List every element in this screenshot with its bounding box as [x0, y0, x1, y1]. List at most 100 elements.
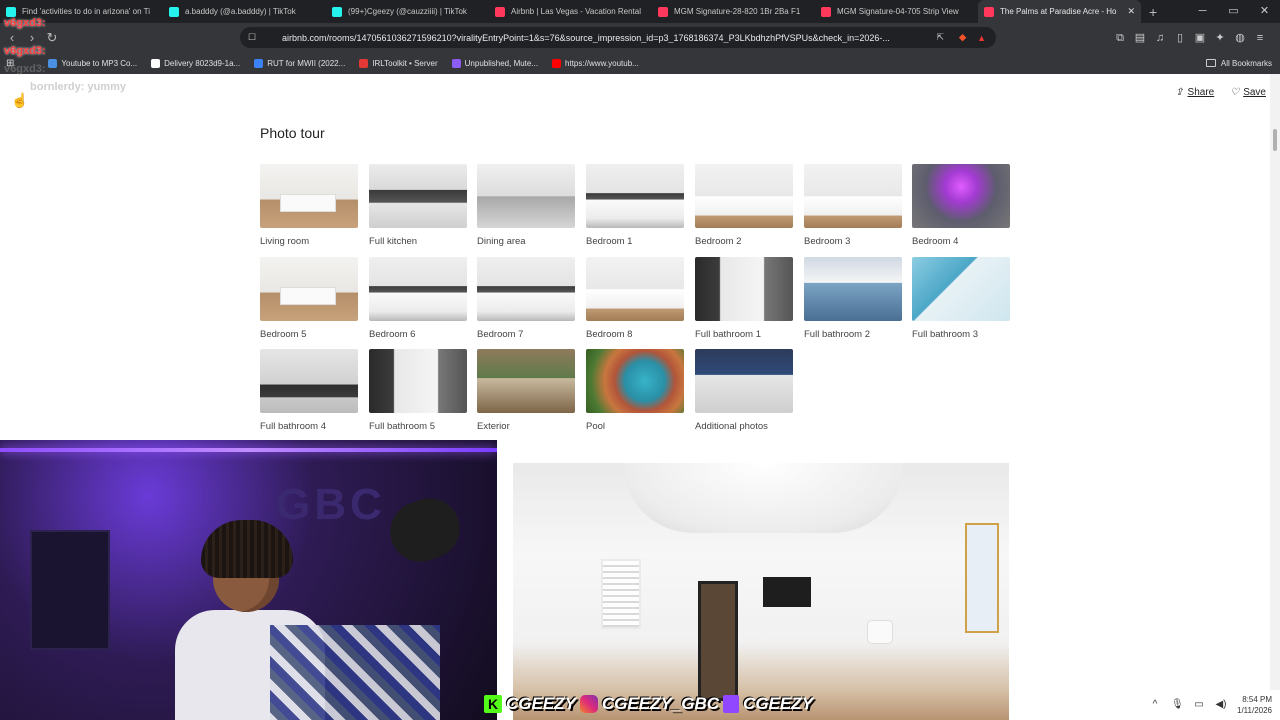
- photo-thumbnail[interactable]: [586, 349, 684, 413]
- photo-tour-tile[interactable]: Additional photos: [695, 349, 793, 432]
- photo-tour-tile[interactable]: Full kitchen: [369, 164, 467, 247]
- photo-caption[interactable]: Additional photos: [695, 421, 793, 432]
- photo-caption[interactable]: Full bathroom 2: [804, 329, 902, 340]
- photo-tour-tile[interactable]: Living room: [260, 164, 358, 247]
- photo-thumbnail[interactable]: [912, 164, 1010, 228]
- photo-tour-tile[interactable]: Dining area: [477, 164, 575, 247]
- browser-tab-title[interactable]: Airbnb | Las Vegas - Vacation Rental: [511, 7, 641, 16]
- reading-list-icon[interactable]: ▤: [1132, 30, 1148, 46]
- all-bookmarks-label[interactable]: All Bookmarks: [1221, 59, 1272, 68]
- photo-thumbnail[interactable]: [369, 257, 467, 321]
- photo-tour-tile[interactable]: Bedroom 3: [804, 164, 902, 247]
- photo-tour-tile[interactable]: Bedroom 8: [586, 257, 684, 340]
- browser-tab-title[interactable]: MGM Signature-04-705 Strip View: [837, 7, 959, 16]
- all-bookmarks[interactable]: All Bookmarks: [1205, 52, 1272, 74]
- photo-caption[interactable]: Dining area: [477, 236, 575, 247]
- browser-tab-title[interactable]: a.badddy (@a.badddy) | TikTok: [185, 7, 296, 16]
- photo-caption[interactable]: Bedroom 3: [804, 236, 902, 247]
- bookmark-item[interactable]: IRLToolkit • Server: [359, 58, 438, 68]
- photo-caption[interactable]: Full bathroom 3: [912, 329, 1010, 340]
- photo-caption[interactable]: Bedroom 5: [260, 329, 358, 340]
- photo-caption[interactable]: Bedroom 7: [477, 329, 575, 340]
- photo-thumbnail[interactable]: [260, 164, 358, 228]
- rewards-icon[interactable]: ▲: [977, 33, 986, 43]
- browser-tab[interactable]: a.badddy (@a.badddy) | TikTok: [163, 0, 326, 23]
- extension-puzzle-icon[interactable]: ⧉: [1112, 30, 1128, 46]
- photo-caption[interactable]: Bedroom 6: [369, 329, 467, 340]
- photo-thumbnail[interactable]: [695, 257, 793, 321]
- close-window-icon[interactable]: ✕: [1249, 0, 1280, 23]
- photo-tour-tile[interactable]: Bedroom 7: [477, 257, 575, 340]
- photo-thumbnail[interactable]: [260, 349, 358, 413]
- volume-icon[interactable]: ◀): [1215, 699, 1227, 711]
- photo-tour-tile[interactable]: Full bathroom 2: [804, 257, 902, 340]
- bookmark-label[interactable]: IRLToolkit • Server: [372, 59, 437, 68]
- photo-caption[interactable]: Full kitchen: [369, 236, 467, 247]
- photo-tour-tile[interactable]: Bedroom 4: [912, 164, 1010, 247]
- share-label[interactable]: Share: [1188, 87, 1215, 98]
- photo-thumbnail[interactable]: [369, 349, 467, 413]
- sidebar-icon[interactable]: ▯: [1172, 30, 1188, 46]
- photo-caption[interactable]: Pool: [586, 421, 684, 432]
- photo-tour-tile[interactable]: Exterior: [477, 349, 575, 432]
- ai-icon[interactable]: ✦: [1212, 30, 1228, 46]
- bookmark-label[interactable]: Unpublished, Mute...: [465, 59, 538, 68]
- photo-thumbnail[interactable]: [912, 257, 1010, 321]
- save-button[interactable]: ♡ Save: [1230, 87, 1266, 98]
- network-icon[interactable]: ▭: [1193, 699, 1205, 711]
- photo-caption[interactable]: Full bathroom 5: [369, 421, 467, 432]
- new-tab-button[interactable]: +: [1149, 4, 1157, 20]
- photo-thumbnail[interactable]: [804, 257, 902, 321]
- chevron-up-icon[interactable]: ^: [1149, 699, 1161, 711]
- browser-tab-title[interactable]: MGM Signature-28-820 1Br 2Ba F1: [674, 7, 800, 16]
- music-icon[interactable]: ♫: [1152, 30, 1168, 46]
- close-tab-icon[interactable]: ✕: [1123, 6, 1135, 17]
- photo-thumbnail[interactable]: [477, 257, 575, 321]
- photo-tour-tile[interactable]: Full bathroom 4: [260, 349, 358, 432]
- bookmark-label[interactable]: Delivery 8023d9-1a...: [164, 59, 240, 68]
- browser-tab[interactable]: Airbnb | Las Vegas - Vacation Rental: [489, 0, 652, 23]
- photo-tour-tile[interactable]: Bedroom 5: [260, 257, 358, 340]
- photo-caption[interactable]: Full bathroom 4: [260, 421, 358, 432]
- photo-tour-tile[interactable]: Bedroom 1: [586, 164, 684, 247]
- photo-caption[interactable]: Living room: [260, 236, 358, 247]
- browser-tab[interactable]: MGM Signature-04-705 Strip View: [815, 0, 978, 23]
- browser-tab[interactable]: (99+)Cgeezy (@cauzziiii) | TikTok: [326, 0, 489, 23]
- photo-caption[interactable]: Bedroom 4: [912, 236, 1010, 247]
- microphone-icon[interactable]: 🎙: [1171, 699, 1184, 711]
- featured-room-photo[interactable]: [513, 463, 1009, 720]
- page-scrollbar[interactable]: [1270, 74, 1280, 690]
- brave-shield-icon[interactable]: ◆: [959, 32, 966, 43]
- bookmark-label[interactable]: RUT for MWII (2022...: [267, 59, 345, 68]
- bookmark-item[interactable]: Unpublished, Mute...: [451, 58, 538, 68]
- photo-tour-tile[interactable]: Full bathroom 1: [695, 257, 793, 340]
- photo-tour-tile[interactable]: Full bathroom 5: [369, 349, 467, 432]
- browser-tab[interactable]: MGM Signature-28-820 1Br 2Ba F1: [652, 0, 815, 23]
- photo-caption[interactable]: Exterior: [477, 421, 575, 432]
- save-label[interactable]: Save: [1243, 87, 1266, 98]
- vpn-icon[interactable]: ◍: [1232, 30, 1248, 46]
- photo-thumbnail[interactable]: [477, 349, 575, 413]
- bookmark-item[interactable]: https://www.youtub...: [552, 58, 639, 68]
- menu-icon[interactable]: ≡: [1252, 30, 1268, 46]
- maximize-icon[interactable]: ▭: [1218, 0, 1249, 23]
- bookmark-star-icon[interactable]: ☐: [248, 32, 256, 43]
- photo-thumbnail[interactable]: [260, 257, 358, 321]
- photo-thumbnail[interactable]: [586, 257, 684, 321]
- share-page-icon[interactable]: ⇱: [936, 32, 944, 43]
- scrollbar-thumb[interactable]: [1273, 129, 1277, 151]
- photo-tour-tile[interactable]: Pool: [586, 349, 684, 432]
- photo-thumbnail[interactable]: [477, 164, 575, 228]
- photo-thumbnail[interactable]: [695, 164, 793, 228]
- photo-caption[interactable]: Bedroom 2: [695, 236, 793, 247]
- photo-thumbnail[interactable]: [695, 349, 793, 413]
- browser-tab-title[interactable]: The Palms at Paradise Acre - Ho: [1000, 7, 1117, 16]
- photo-thumbnail[interactable]: [369, 164, 467, 228]
- browser-tab-title[interactable]: (99+)Cgeezy (@cauzziiii) | TikTok: [348, 7, 467, 16]
- minimize-icon[interactable]: ─: [1187, 0, 1218, 23]
- browser-tab[interactable]: The Palms at Paradise Acre - Ho ✕: [978, 0, 1141, 23]
- bookmark-item[interactable]: Delivery 8023d9-1a...: [151, 58, 240, 68]
- photo-caption[interactable]: Bedroom 1: [586, 236, 684, 247]
- photo-thumbnail[interactable]: [804, 164, 902, 228]
- address-bar-url[interactable]: airbnb.com/rooms/1470561036271596210?vir…: [282, 33, 902, 43]
